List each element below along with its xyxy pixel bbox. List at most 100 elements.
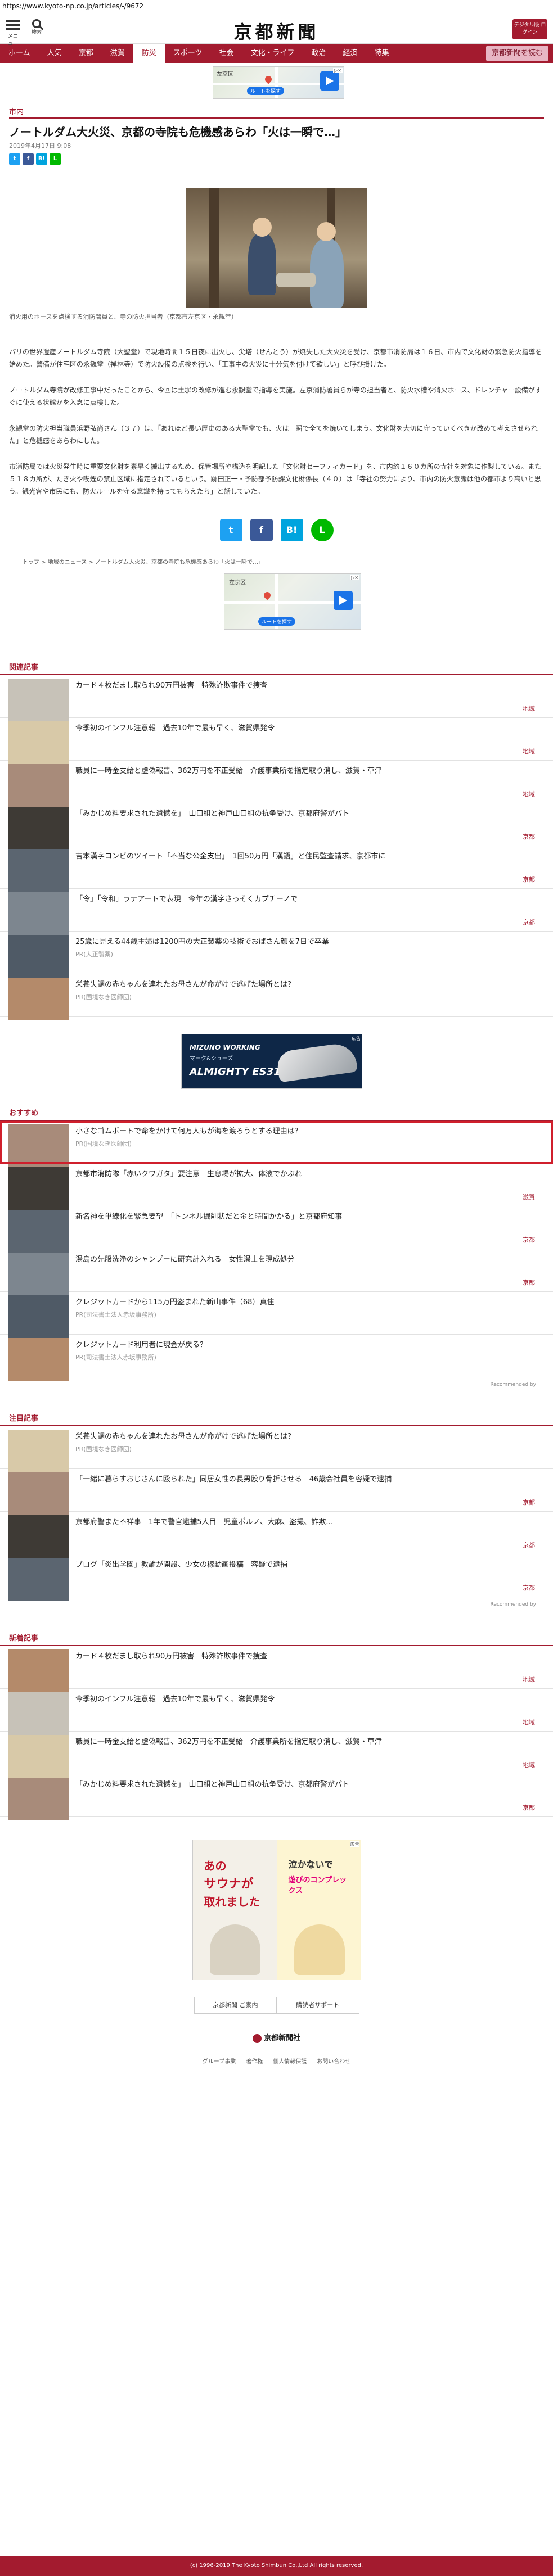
nav-item[interactable]: 防災 (133, 44, 165, 63)
list-item-title[interactable]: 吉本漢字コンビのツイート「不当な公金支出」 1回50万円「漢語」と住民監査請求、… (75, 852, 385, 862)
list-item[interactable]: 栄養失調の赤ちゃんを連れたお母さんが命がけで逃げた場所とは？ PR(国境なき医師団… (0, 1426, 553, 1472)
list-item-title[interactable]: 湯島の先服洗浄のシャンプーに研究計入れる 女性湯士を現成処分 (75, 1255, 295, 1265)
list-item[interactable]: 京都府警また不祥事 1年で警官逮捕5人目 児童ポルノ、大麻、盗撮、詐欺… 京都 (0, 1512, 553, 1558)
nav-item[interactable]: ホーム (0, 44, 39, 63)
breadcrumb-item[interactable]: 地域のニュース (48, 559, 87, 566)
article-photo[interactable] (186, 188, 367, 308)
list-item-title[interactable]: 「令」「令和」ラテアートで表現 今年の漢字さっそくカプチーノで (75, 894, 298, 905)
list-item[interactable]: 新名神を単線化を緊急要望 「トンネル掘削状だと金と時間かかる」と京都府知事京都 (0, 1206, 553, 1253)
list-item-title[interactable]: カード４枚だまし取られ90万円被害 特殊詐欺事件で捜査 (75, 1652, 267, 1662)
article-thumbnail[interactable] (8, 679, 69, 721)
facebook-share-icon[interactable]: f (23, 153, 34, 165)
list-item[interactable]: 25歳に見える44歳主婦は1200円の大正製薬の技術でおばさん顔を7日で卒業 PR… (0, 932, 553, 978)
list-item-category[interactable]: 京都 (523, 1583, 535, 1592)
facebook-share-icon[interactable]: f (250, 519, 273, 541)
hatena-share-icon[interactable]: B! (36, 153, 47, 165)
digital-edition-button[interactable]: デジタル版 ログイン (512, 19, 547, 39)
breadcrumb-item[interactable]: トップ (23, 559, 39, 566)
list-item-category[interactable]: 京都 (523, 832, 535, 841)
article-thumbnail[interactable] (8, 1735, 69, 1778)
article-thumbnail[interactable] (8, 1124, 69, 1167)
list-item-title[interactable]: 新名神を単線化を緊急要望 「トンネル掘削状だと金と時間かかる」と京都府知事 (75, 1212, 342, 1222)
list-item-category[interactable]: 京都 (523, 1235, 535, 1244)
list-item-title[interactable]: 25歳に見える44歳主婦は1200円の大正製薬の技術でおばさん顔を7日で卒業 (75, 937, 329, 947)
list-item-category[interactable]: 地域 (523, 789, 535, 798)
list-item-title[interactable]: カード４枚だまし取られ90万円被害 特殊詐欺事件で捜査 (75, 681, 267, 691)
route-button[interactable]: ルートを探す (258, 617, 296, 626)
list-item[interactable]: 吉本漢字コンビのツイート「不当な公金支出」 1回50万円「漢語」と住民監査請求、… (0, 846, 553, 892)
line-share-icon[interactable]: L (50, 153, 61, 165)
article-thumbnail[interactable] (8, 807, 69, 849)
list-item[interactable]: 栄養失調の赤ちゃんを連れたお母さんが命がけで逃げた場所とは？ PR(国境なき医師団… (0, 974, 553, 1020)
list-item-category[interactable]: 滋賀 (523, 1192, 535, 1201)
list-item-title[interactable]: 「みかじめ料要求された遺憾を」 山口組と神戸山口組の抗争受け、京都府警がパト (75, 1780, 349, 1790)
footer-nav-item[interactable]: 著作権 (246, 2057, 263, 2065)
list-item-category[interactable]: 地域 (523, 1760, 535, 1769)
nav-item[interactable]: 社会 (210, 44, 242, 63)
twitter-share-icon[interactable]: t (219, 519, 242, 541)
article-thumbnail[interactable] (8, 1472, 69, 1515)
list-item-category[interactable]: 京都 (523, 1540, 535, 1549)
list-item-title[interactable]: 職員に一時金支給と虚偽報告、362万円を不正受給 介護事業所を指定取り消し、滋賀… (75, 1737, 382, 1747)
list-item[interactable]: クレジットカードから115万円盗まれた新山事件（68）真住 PR(司法書士法人赤坂… (0, 1292, 553, 1338)
list-item[interactable]: 職員に一時金支給と虚偽報告、362万円を不正受給 介護事業所を指定取り消し、滋賀… (0, 761, 553, 807)
nav-item[interactable]: 経済 (334, 44, 366, 63)
route-button[interactable]: ルートを探す (247, 87, 285, 95)
list-item-title[interactable]: 「一緒に暮らすおじさんに殴られた」同居女性の長男殴り骨折させる 46歳会社員を容… (75, 1475, 392, 1485)
list-item-title[interactable]: 京都市消防隊「赤いクワガタ」要注意 生息場が拡大、体液でかぶれ (75, 1169, 302, 1179)
list-item-title[interactable]: 栄養失調の赤ちゃんを連れたお母さんが命がけで逃げた場所とは？ (75, 1432, 295, 1442)
recommended-by-label[interactable]: Recommended by (0, 1382, 553, 1388)
list-item[interactable]: クレジットカード利用者に現金が戻る？ PR(司法書士法人赤坂事務所) (0, 1335, 553, 1381)
article-thumbnail[interactable] (8, 1295, 69, 1338)
list-item-title[interactable]: 「みかじめ料要求された遺憾を」 山口組と神戸山口組の抗争受け、京都府警がパト (75, 809, 349, 819)
list-item-title[interactable]: クレジットカード利用者に現金が戻る？ (75, 1340, 207, 1350)
list-item[interactable]: カード４枚だまし取られ90万円被害 特殊詐欺事件で捜査地域 (0, 675, 553, 721)
list-item-title[interactable]: 京都府警また不祥事 1年で警官逮捕5人目 児童ポルノ、大麻、盗撮、詐欺… (75, 1517, 333, 1527)
list-item-category[interactable]: 地域 (523, 1675, 535, 1684)
article-thumbnail[interactable] (8, 1338, 69, 1381)
article-category[interactable]: 市内 (0, 102, 553, 116)
article-thumbnail[interactable] (8, 935, 69, 978)
list-item[interactable]: 今季初のインフル注意報 過去10年で最も早く、滋賀県発令地域 (0, 1689, 553, 1735)
list-item-title[interactable]: 今季初のインフル注意報 過去10年で最も早く、滋賀県発令 (75, 1694, 275, 1705)
article-thumbnail[interactable] (8, 892, 69, 935)
url-bar[interactable]: https://www.kyoto-np.co.jp/articles/-/96… (0, 0, 553, 12)
list-item-category[interactable]: 京都 (523, 875, 535, 884)
article-thumbnail[interactable] (8, 721, 69, 764)
list-item[interactable]: 「令」「令和」ラテアートで表現 今年の漢字さっそくカプチーノで京都 (0, 889, 553, 935)
list-item-category[interactable]: 京都 (523, 918, 535, 927)
list-item[interactable]: 職員に一時金支給と虚偽報告、362万円を不正受給 介護事業所を指定取り消し、滋賀… (0, 1732, 553, 1778)
list-item[interactable]: 京都市消防隊「赤いクワガタ」要注意 生息場が拡大、体液でかぶれ滋賀 (0, 1164, 553, 1210)
article-thumbnail[interactable] (8, 978, 69, 1020)
list-item[interactable]: 「一緒に暮らすおじさんに殴られた」同居女性の長男殴り骨折させる 46歳会社員を容… (0, 1469, 553, 1515)
list-item-title[interactable]: 今季初のインフル注意報 過去10年で最も早く、滋賀県発令 (75, 724, 275, 734)
list-item-category[interactable]: 地域 (523, 1718, 535, 1727)
hatena-share-icon[interactable]: B! (280, 519, 303, 541)
article-thumbnail[interactable] (8, 849, 69, 892)
footer-nav-item[interactable]: 個人情報保護 (273, 2057, 307, 2065)
ad-choices-icon[interactable]: ▷✕ (333, 68, 343, 73)
nav-item[interactable]: 人気 (39, 44, 70, 63)
footer-nav-item[interactable]: グループ事業 (203, 2057, 236, 2065)
nav-item[interactable]: スポーツ (165, 44, 211, 63)
list-item-category[interactable]: 京都 (523, 1278, 535, 1287)
nav-item[interactable]: 滋賀 (102, 44, 133, 63)
recommended-by-label[interactable]: Recommended by (0, 1602, 553, 1607)
footer-link-support[interactable]: 購読者サポート (276, 1997, 359, 2013)
article-thumbnail[interactable] (8, 1210, 69, 1253)
article-thumbnail[interactable] (8, 1778, 69, 1820)
article-thumbnail[interactable] (8, 1430, 69, 1472)
manga-ad[interactable]: あの サウナが 取れました 泣かないで 遊びのコンプレックス 広告 (192, 1840, 361, 1980)
site-logo[interactable]: 京都新聞 (0, 18, 553, 44)
list-item-category[interactable]: 地域 (523, 704, 535, 713)
nav-item[interactable]: 政治 (303, 44, 334, 63)
article-thumbnail[interactable] (8, 1649, 69, 1692)
list-item[interactable]: 小さなゴムボートで命をかけて何万人もが海を渡ろうとする理由は？ PR(国境なき医師… (0, 1121, 553, 1167)
list-item-title[interactable]: 栄養失調の赤ちゃんを連れたお母さんが命がけで逃げた場所とは？ (75, 980, 295, 990)
mizuno-ad[interactable]: MIZUNO WORKING マーク&シューズ ALMIGHTY ES31L 広… (181, 1034, 362, 1089)
article-thumbnail[interactable] (8, 1692, 69, 1735)
list-item-title[interactable]: 職員に一時金支給と虚偽報告、362万円を不正受給 介護事業所を指定取り消し、滋賀… (75, 766, 382, 776)
list-item-category[interactable]: 京都 (523, 1803, 535, 1812)
list-item[interactable]: 湯島の先服洗浄のシャンプーに研究計入れる 女性湯士を現成処分京都 (0, 1249, 553, 1295)
nav-item[interactable]: 京都 (70, 44, 102, 63)
